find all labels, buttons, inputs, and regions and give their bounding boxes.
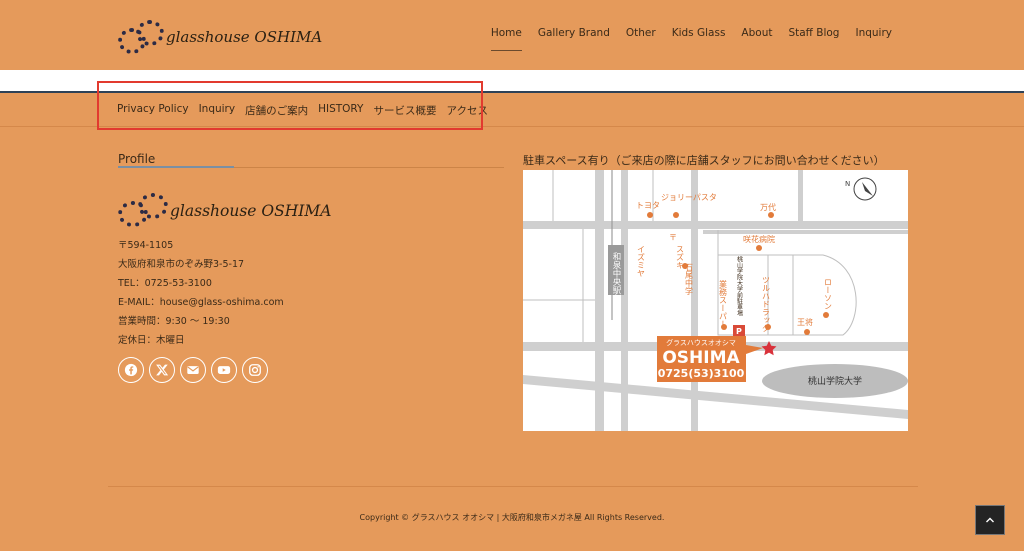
copyright: Copyright © グラスハウス オオシマ | 大阪府和泉市メガネ屋 All…: [359, 513, 665, 522]
footer-rule: [108, 486, 918, 487]
nav-gallery-brand[interactable]: Gallery Brand: [530, 27, 618, 51]
glasses-logo-icon: [118, 191, 170, 227]
map-label-daiso: 万代: [760, 202, 776, 212]
profile-info: 〒594-1105 大阪府和泉市のぞみ野3-5-17 TEL：0725-53-3…: [118, 236, 284, 350]
profile-logo-text: glasshouse OSHIMA: [170, 202, 332, 220]
map-shop-kana: グラスハウスオオシマ: [666, 338, 736, 347]
closed-day: 定休日：木曜日: [118, 335, 185, 346]
main-nav: Home Gallery Brand Other Kids Glass Abou…: [483, 27, 900, 51]
mail-link[interactable]: [180, 357, 206, 383]
access-map: 和泉中央駅 トヨタ ジョリーパスタ 万代 咲花病院 〒 イズミヤ スズキ 石尾中…: [523, 170, 908, 431]
nav-home[interactable]: Home: [483, 27, 530, 51]
map-label-izumiya: イズミヤ: [637, 245, 646, 277]
map-label-station: 和泉中央駅: [611, 252, 621, 295]
chevron-up-icon: [986, 517, 994, 523]
map-label-osho: 王将: [797, 317, 813, 327]
mail-icon: [187, 366, 199, 374]
profile-rule-accent: [118, 166, 234, 168]
nav-inquiry[interactable]: Inquiry: [847, 27, 900, 51]
nav-kids-glass[interactable]: Kids Glass: [664, 27, 734, 51]
facebook-link[interactable]: [118, 357, 144, 383]
x-icon: [156, 364, 169, 376]
map-label-gyomu: 業務スーパー: [719, 279, 728, 328]
back-to-top-button[interactable]: [975, 505, 1005, 535]
site-logo[interactable]: glasshouse OSHIMA: [118, 18, 323, 54]
glasses-logo-icon: [118, 18, 164, 54]
map-label-north: N: [845, 180, 850, 188]
highlight-box: [97, 81, 483, 130]
telephone: TEL：0725-53-3100: [118, 278, 212, 289]
email: E-MAIL：house@glass-oshima.com: [118, 297, 284, 308]
postal-code: 〒594-1105: [118, 240, 174, 251]
x-link[interactable]: [149, 357, 175, 383]
map-label-university: 桃山学院大学: [808, 375, 862, 387]
profile-title: Profile: [118, 152, 156, 166]
nav-staff-blog[interactable]: Staff Blog: [780, 27, 847, 51]
map-label-parking: P: [736, 327, 742, 336]
map-label-parking-lot: 桃山学院大学前駐車場: [736, 255, 743, 317]
map-label-post: 〒: [669, 233, 677, 242]
nav-other[interactable]: Other: [618, 27, 664, 51]
map-label-toyota: トヨタ: [636, 201, 660, 210]
map-shop-name: OSHIMA: [662, 348, 740, 368]
profile-logo: glasshouse OSHIMA: [118, 191, 332, 227]
map-label-tsuruha: ツルハドラッグ: [762, 276, 771, 332]
youtube-icon: [217, 366, 231, 374]
nav-about[interactable]: About: [733, 27, 780, 51]
compass-icon: N: [845, 177, 877, 201]
map-drawing: 和泉中央駅 トヨタ ジョリーパスタ 万代 咲花病院 〒 イズミヤ スズキ 石尾中…: [523, 170, 908, 431]
site-logo-text: glasshouse OSHIMA: [166, 28, 323, 46]
facebook-icon: [124, 363, 138, 377]
instagram-link[interactable]: [242, 357, 268, 383]
map-label-lawson: ローソン: [824, 278, 833, 310]
social-links: [118, 357, 268, 383]
address: 大阪府和泉市のぞみ野3-5-17: [118, 259, 245, 270]
map-label-jolly-pasta: ジョリーパスタ: [661, 193, 717, 202]
map-label-hospital: 咲花病院: [743, 234, 775, 244]
map-caption: 駐車スペース有り（ご来店の際に店舗スタッフにお問い合わせください）: [523, 154, 885, 167]
instagram-icon: [249, 364, 261, 376]
youtube-link[interactable]: [211, 357, 237, 383]
map-shop-tel: 0725(53)3100: [658, 367, 745, 380]
business-hours: 営業時間：9:30 〜 19:30: [118, 316, 230, 327]
